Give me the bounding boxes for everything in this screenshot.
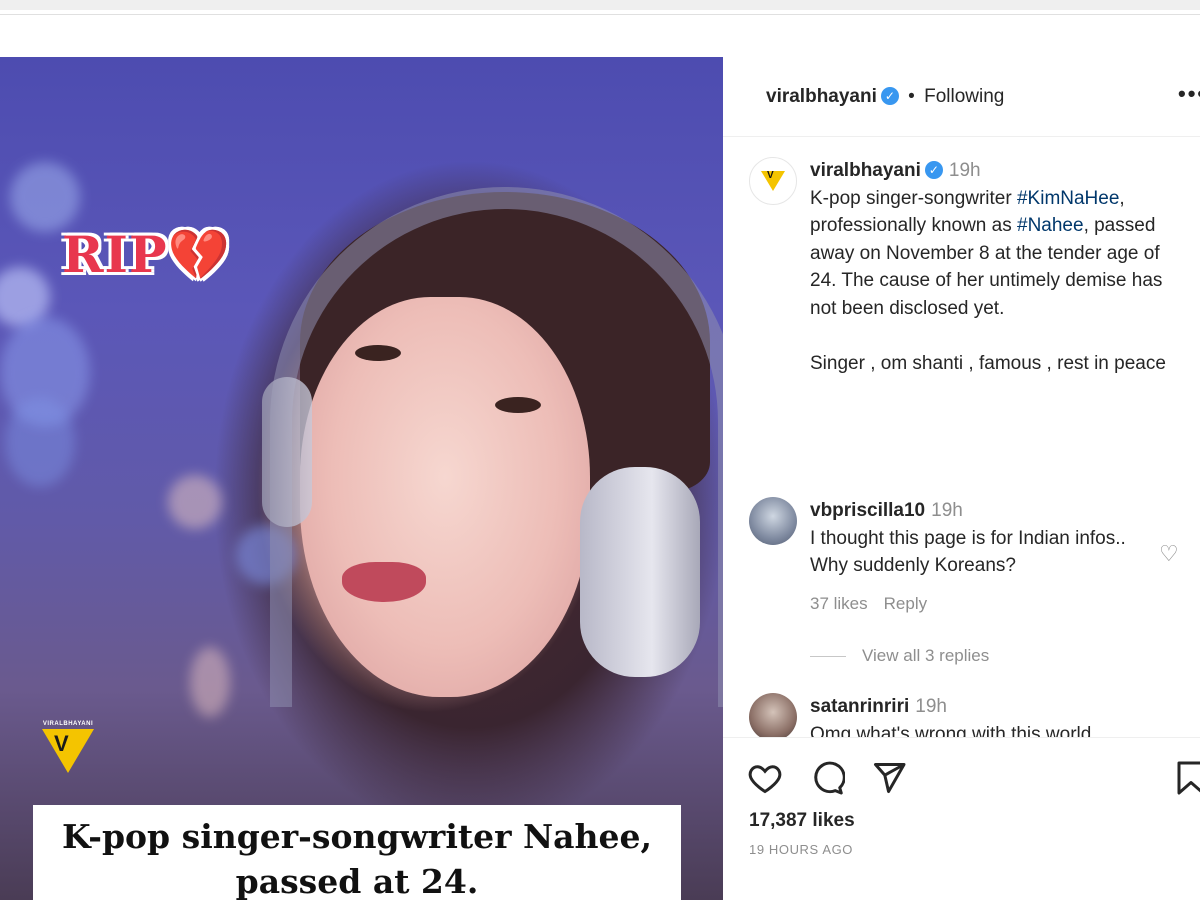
post-image[interactable]: RIP💔 VIRALBHAYANI V K-pop singer-songwri… xyxy=(0,57,723,900)
post-header: viralbhayani✓ • Following ••• xyxy=(723,57,1200,137)
image-caption-line2: passed at 24. xyxy=(235,862,479,900)
post-time-ago: 19 HOURS AGO xyxy=(749,842,854,857)
image-caption-line1: K-pop singer-songwriter Nahee, xyxy=(61,817,652,856)
eye-shape xyxy=(355,345,401,361)
verified-icon: ✓ xyxy=(924,161,943,179)
image-caption-box: K-pop singer-songwriter Nahee, passed at… xyxy=(33,805,681,900)
comment: vbpriscilla10 19h I thought this page is … xyxy=(810,497,1150,617)
avatar[interactable]: V xyxy=(749,157,797,205)
share-icon[interactable] xyxy=(871,760,907,796)
bokeh-light xyxy=(10,162,80,232)
header-user: viralbhayani ✓ • Following xyxy=(766,86,1004,108)
likes-count[interactable]: 17,387 likes xyxy=(749,810,855,832)
face-shape xyxy=(300,297,590,697)
brand-watermark: VIRALBHAYANI V xyxy=(40,721,96,781)
like-icon[interactable] xyxy=(747,760,783,796)
comment-likes[interactable]: 37 likes xyxy=(810,594,868,613)
bokeh-light xyxy=(190,647,230,717)
bokeh-light xyxy=(168,475,222,529)
caption-text-1: K-pop singer-songwriter xyxy=(810,187,1017,209)
headphone-earcup-right xyxy=(580,467,700,677)
comment-like-icon[interactable]: ♡ xyxy=(1159,541,1179,567)
caption-username[interactable]: viralbhayani xyxy=(810,160,921,181)
view-replies-button[interactable]: View all 3 replies xyxy=(810,646,989,666)
separator-dot: • xyxy=(908,86,915,107)
comment-username[interactable]: satanrinriri xyxy=(810,696,909,717)
reply-button[interactable]: Reply xyxy=(884,594,927,613)
avatar[interactable] xyxy=(749,497,797,545)
hashtag-link[interactable]: #Nahee xyxy=(1017,215,1084,236)
watermark-text: VIRALBHAYANI xyxy=(42,721,94,727)
comment-username[interactable]: vbpriscilla10 xyxy=(810,500,925,521)
post-caption: viralbhayani ✓ 19h K-pop singer-songwriter… xyxy=(810,157,1170,377)
eye-shape xyxy=(495,397,541,413)
comment-time: 19h xyxy=(931,500,963,521)
comment-text: Omg what's wrong with this world xyxy=(810,723,1092,738)
comment-icon[interactable] xyxy=(809,760,845,796)
comment: satanrinriri 19h Omg what's wrong with th… xyxy=(810,693,1150,737)
brand-logo-icon: V xyxy=(761,170,785,191)
caption-time: 19h xyxy=(948,160,981,181)
post-side-panel: viralbhayani✓ • Following ••• V viralbha… xyxy=(723,57,1200,900)
verified-icon: ✓ xyxy=(880,87,899,105)
following-button[interactable]: Following xyxy=(924,86,1004,107)
browser-top-strip xyxy=(0,0,1200,10)
save-icon[interactable] xyxy=(1173,760,1200,796)
caption-keywords: Singer , om shanti , famous , rest in pe… xyxy=(810,352,1166,374)
header-username[interactable]: viralbhayani xyxy=(766,86,877,107)
avatar[interactable] xyxy=(749,693,797,737)
lips-shape xyxy=(342,562,426,602)
more-icon[interactable]: ••• xyxy=(1178,81,1200,107)
view-replies-label: View all 3 replies xyxy=(862,646,990,665)
divider xyxy=(0,14,1200,15)
comment-time: 19h xyxy=(915,696,947,717)
comment-meta: 37 likes Reply xyxy=(810,590,1150,618)
comment-text: I thought this page is for Indian infos.… xyxy=(810,527,1126,577)
post-actions: 17,387 likes 19 HOURS AGO xyxy=(723,737,1200,900)
headphone-earcup-left xyxy=(262,377,312,527)
hashtag-link[interactable]: #KimNaHee xyxy=(1017,188,1119,209)
comments-scroll-clip: satanrinriri 19h Omg what's wrong with th… xyxy=(723,693,1200,737)
image-caption: K-pop singer-songwriter Nahee, passed at… xyxy=(62,814,652,900)
brand-logo-icon: V xyxy=(42,729,94,773)
bokeh-light xyxy=(5,397,75,487)
rip-badge: RIP💔 xyxy=(62,225,231,284)
replies-line xyxy=(810,656,846,658)
